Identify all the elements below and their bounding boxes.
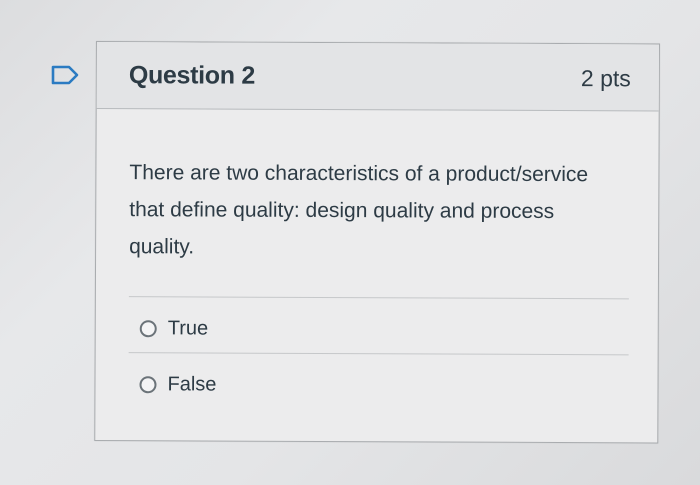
- radio-button-icon[interactable]: [139, 376, 157, 394]
- answer-divider: [128, 352, 629, 356]
- answer-label: False: [167, 373, 217, 396]
- radio-button-icon[interactable]: [139, 320, 157, 338]
- question-text: There are two characteristics of a produ…: [129, 161, 589, 259]
- question-card: Question 2 2 pts There are two character…: [94, 41, 660, 444]
- question-points: 2 pts: [580, 65, 631, 92]
- question-header: Question 2 2 pts: [96, 42, 659, 112]
- question-title: Question 2: [128, 61, 256, 90]
- answer-option-false[interactable]: False: [139, 373, 216, 396]
- answer-option-true[interactable]: True: [139, 317, 209, 340]
- flag-question-icon[interactable]: [50, 64, 80, 86]
- answer-divider: [128, 296, 629, 300]
- answer-label: True: [167, 317, 209, 340]
